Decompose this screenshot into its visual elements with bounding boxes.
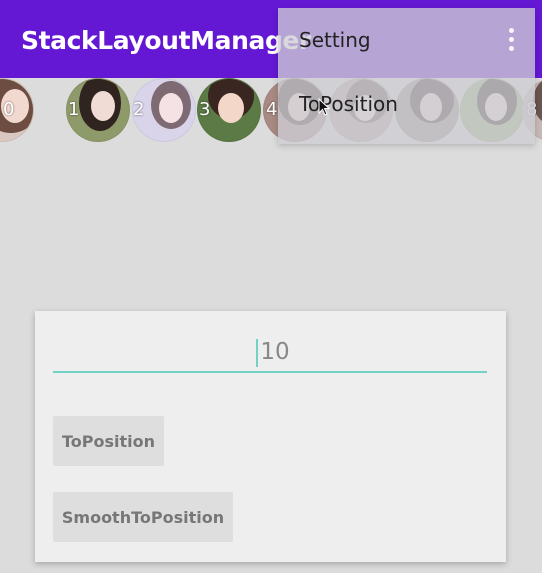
- control-card: ToPosition SmoothToPosition: [35, 311, 506, 562]
- position-input-underline: [53, 333, 487, 373]
- position-input[interactable]: [53, 333, 487, 371]
- to-position-button[interactable]: ToPosition: [53, 416, 164, 466]
- avatar-number: 4: [266, 99, 278, 120]
- avatar-item-1[interactable]: 1: [66, 78, 130, 142]
- overflow-menu: Setting ToPosition: [278, 8, 535, 144]
- more-vert-icon[interactable]: [504, 28, 518, 52]
- menu-item-toposition[interactable]: ToPosition: [278, 72, 535, 136]
- avatar-item-0[interactable]: 0: [0, 78, 34, 142]
- menu-item-label: Setting: [299, 28, 371, 52]
- avatar-number: 3: [199, 99, 211, 120]
- smooth-to-position-button[interactable]: SmoothToPosition: [53, 492, 233, 542]
- app-title: StackLayoutManager: [21, 26, 311, 55]
- menu-item-label: ToPosition: [299, 92, 398, 116]
- avatar-number: 1: [68, 99, 80, 120]
- menu-item-setting[interactable]: Setting: [278, 8, 535, 72]
- avatar-number: 0: [3, 99, 15, 120]
- avatar-item-2[interactable]: 2: [132, 78, 196, 142]
- avatar-number: 2: [133, 99, 145, 120]
- mouse-cursor-icon: [318, 98, 330, 116]
- avatar-item-3[interactable]: 3: [197, 78, 261, 142]
